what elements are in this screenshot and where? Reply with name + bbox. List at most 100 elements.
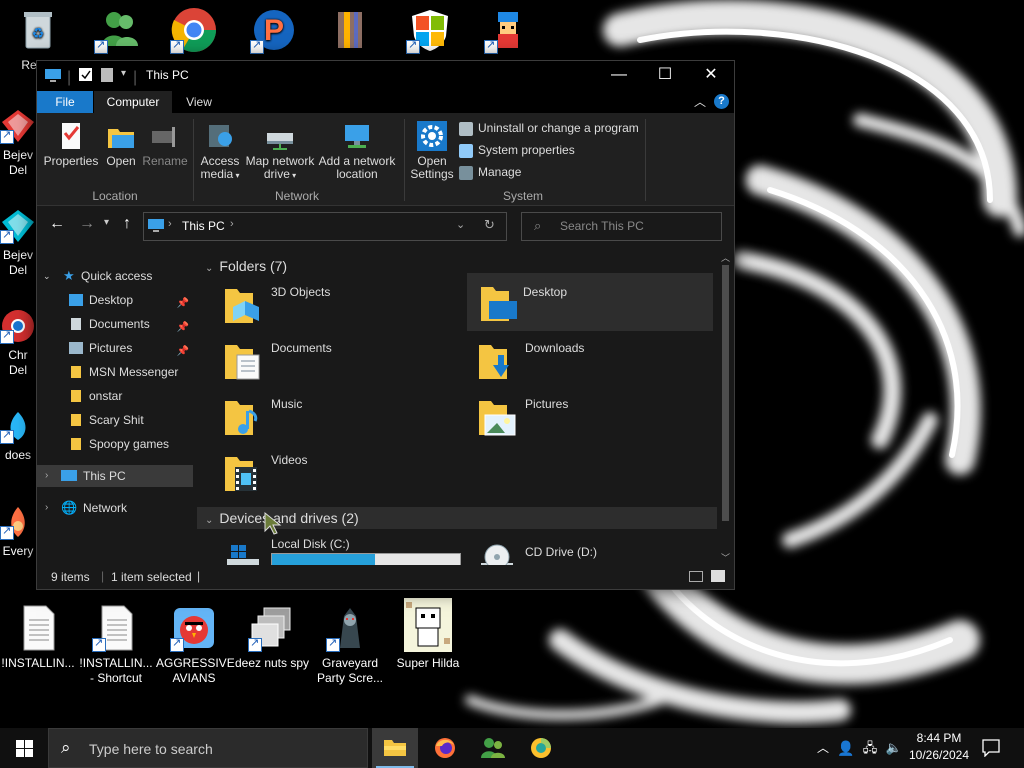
scrollbar-thumb[interactable]: [722, 265, 729, 521]
nav-item-spoopy-games[interactable]: Spoopy games: [37, 433, 193, 455]
nav-item-onstar[interactable]: onstar: [37, 385, 193, 407]
access-media-button[interactable]: Access media ▾: [197, 121, 243, 182]
breadcrumb-chevron-icon[interactable]: ›: [168, 218, 172, 230]
nav-item-desktop[interactable]: Desktop 📌: [37, 289, 193, 311]
navigation-pane[interactable]: ⌄ ★ Quick access Desktop 📌 Documents 📌 P…: [37, 251, 193, 565]
checkmark-icon[interactable]: [79, 68, 93, 82]
search-field[interactable]: ⌕ Search This PC: [521, 212, 722, 241]
rename-button[interactable]: Rename: [141, 121, 189, 168]
chevron-down-icon[interactable]: ⌄: [43, 265, 51, 287]
map-network-drive-button[interactable]: Map network drive ▾: [243, 121, 317, 182]
desktop-icon-every[interactable]: Every: [0, 504, 38, 559]
taskbar-search-box[interactable]: ⌕ Type here to search: [48, 728, 368, 768]
nav-quick-access[interactable]: ⌄ ★ Quick access: [37, 265, 193, 287]
help-icon[interactable]: ?: [714, 94, 729, 109]
tab-view[interactable]: View: [173, 91, 225, 113]
desktop-icon-graveyard-party[interactable]: Graveyard Party Scre...: [312, 604, 388, 686]
desktop-icon-does[interactable]: does: [0, 408, 38, 463]
uninstall-program-button[interactable]: Uninstall or change a program: [459, 119, 639, 137]
tab-computer[interactable]: Computer: [94, 91, 172, 113]
add-network-location-button[interactable]: Add a network location: [317, 121, 397, 181]
tab-file[interactable]: File: [37, 91, 93, 113]
nav-item-scary[interactable]: Scary Shit: [37, 409, 193, 431]
up-button[interactable]: ↑: [123, 215, 131, 233]
desktop-icon-game[interactable]: [470, 6, 546, 58]
desktop-icon-winrar[interactable]: [312, 6, 388, 58]
bejeweled-icon: [0, 108, 36, 144]
open-settings-button[interactable]: Open Settings: [409, 121, 455, 181]
show-hidden-icons[interactable]: ︿: [814, 728, 832, 768]
desktop-icon-bejeweled-2[interactable]: Bejev Del: [0, 208, 38, 278]
taskbar-msn[interactable]: [470, 728, 516, 768]
maximize-button[interactable]: ☐: [642, 61, 688, 91]
network-icon[interactable]: 🖧: [860, 728, 880, 768]
close-button[interactable]: ✕: [688, 61, 734, 91]
system-properties-button[interactable]: System properties: [459, 141, 575, 159]
chevron-right-icon[interactable]: ›: [45, 497, 48, 519]
breadcrumb-this-pc[interactable]: This PC: [182, 219, 225, 233]
folder-desktop[interactable]: Desktop: [467, 273, 713, 331]
open-button[interactable]: Open: [101, 121, 141, 168]
collapse-ribbon-icon[interactable]: ︿: [694, 93, 706, 110]
manage-button[interactable]: Manage: [459, 163, 521, 181]
desktop-icon-super-hilda[interactable]: Super Hilda: [390, 598, 466, 671]
desktop-icon-installing-2[interactable]: !INSTALLIN... - Shortcut: [78, 604, 154, 686]
back-button[interactable]: ←: [49, 215, 65, 233]
pin-icon[interactable]: 📌: [177, 317, 189, 339]
clock[interactable]: 8:44 PM 10/26/2024: [906, 730, 972, 766]
pin-icon[interactable]: 📌: [177, 341, 189, 363]
desktop-icon-installing-1[interactable]: !INSTALLIN...: [0, 604, 76, 671]
chevron-right-icon[interactable]: ›: [45, 465, 48, 487]
taskbar-chrome-app[interactable]: [518, 728, 564, 768]
refresh-icon[interactable]: ↻: [484, 217, 495, 233]
nav-network[interactable]: › 🌐 Network: [37, 497, 193, 519]
nav-item-documents[interactable]: Documents 📌: [37, 313, 193, 335]
drive-cd-d[interactable]: CD Drive (D:): [455, 535, 701, 565]
folders-group-header[interactable]: ⌄ Folders (7): [205, 255, 287, 277]
taskbar-file-explorer[interactable]: [372, 728, 418, 768]
desktop-icon-chrome-dev[interactable]: Chr Del: [0, 308, 38, 378]
desktop-icon-msn[interactable]: [80, 6, 156, 58]
pin-icon[interactable]: 📌: [177, 293, 189, 315]
folder-small-icon[interactable]: [101, 68, 113, 82]
nav-this-pc[interactable]: › This PC: [37, 465, 193, 487]
properties-button[interactable]: Properties: [41, 121, 101, 168]
desktop-icon-aggressive-avians[interactable]: AGGRESSIVE AVIANS: [156, 604, 235, 686]
minimize-button[interactable]: —: [596, 61, 642, 91]
vertical-scrollbar[interactable]: ︿ ﹀: [717, 251, 734, 565]
breadcrumb-chevron-icon[interactable]: ›: [230, 218, 234, 230]
address-field[interactable]: › This PC › ⌄ ↻: [143, 212, 507, 241]
large-icons-view-icon[interactable]: [711, 570, 725, 582]
nav-item-msn-messenger[interactable]: MSN Messenger: [37, 361, 193, 383]
folder-pictures[interactable]: Pictures: [455, 393, 701, 445]
desktop-icon-deez-nuts-spy[interactable]: deez nuts spy: [234, 604, 310, 671]
file-explorer-window[interactable]: | ▾ | This PC — ☐ ✕ File Computer View ︿…: [36, 60, 735, 590]
desktop-icon-bejeweled-1[interactable]: Bejev Del: [0, 108, 38, 178]
forward-button[interactable]: →: [79, 215, 95, 233]
windows-start-icon[interactable]: [16, 740, 33, 757]
recent-locations-button[interactable]: ▾: [104, 217, 109, 228]
title-bar[interactable]: | ▾ | This PC — ☐ ✕: [37, 61, 734, 91]
desktop-icon-chrome[interactable]: [156, 6, 232, 58]
desktop-icon-p-app[interactable]: P: [236, 6, 312, 58]
desktop-icon-windows-defender[interactable]: [392, 6, 468, 58]
address-dropdown-icon[interactable]: ⌄: [456, 218, 465, 231]
folder-videos[interactable]: Videos: [201, 449, 447, 501]
volume-icon[interactable]: 🔈: [884, 728, 904, 768]
drive-local-disk-c[interactable]: Local Disk (C:): [201, 535, 461, 565]
notification-icon[interactable]: [982, 739, 1000, 757]
chevron-down-icon[interactable]: ▾: [121, 68, 126, 79]
msn-tray-icon[interactable]: 👤: [836, 728, 856, 768]
folder-downloads[interactable]: Downloads: [455, 337, 701, 389]
scroll-down-arrow-icon[interactable]: ﹀: [721, 551, 730, 564]
folder-open-icon: [106, 121, 136, 151]
media-icon: [205, 121, 235, 151]
nav-item-pictures[interactable]: Pictures 📌: [37, 337, 193, 359]
content-pane[interactable]: ⌄ Folders (7) 3D Objects Desktop Document…: [197, 251, 717, 565]
folder-3d-objects[interactable]: 3D Objects: [201, 281, 447, 333]
details-view-icon[interactable]: [689, 571, 703, 582]
scroll-up-arrow-icon[interactable]: ︿: [721, 251, 730, 264]
folder-music[interactable]: Music: [201, 393, 447, 445]
taskbar-firefox[interactable]: [422, 728, 468, 768]
folder-documents[interactable]: Documents: [201, 337, 447, 389]
